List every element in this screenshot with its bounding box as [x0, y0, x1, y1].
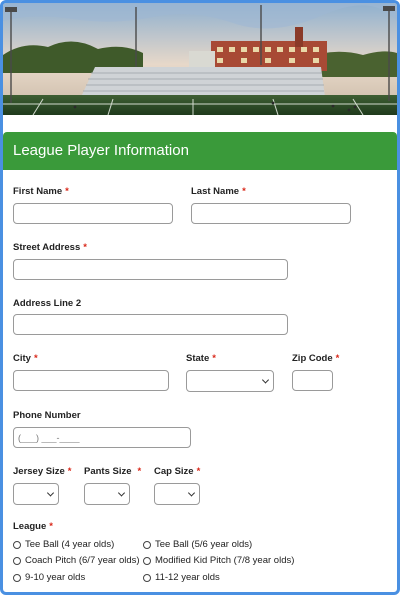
state-label: State * — [186, 353, 216, 364]
league-option-label: Coach Pitch (6/7 year olds) — [25, 555, 140, 566]
jersey-size-label: Jersey Size * — [13, 466, 72, 477]
radio-empty-icon[interactable] — [13, 556, 21, 565]
league-option-label: 9-10 year olds — [25, 572, 86, 583]
last-name-label: Last Name * — [191, 186, 246, 197]
jersey-size-select[interactable] — [13, 483, 59, 505]
state-select[interactable] — [186, 370, 274, 392]
form-header: League Player Information — [3, 132, 397, 170]
required-marker: * — [49, 521, 53, 532]
form-title: League Player Information — [13, 142, 189, 159]
league-option-label: Tee Ball (5/6 year olds) — [155, 539, 253, 550]
league-option-modified-kid-pitch[interactable]: Modified Kid Pitch (7/8 year olds) — [143, 555, 294, 566]
last-name-input[interactable] — [191, 203, 351, 224]
address-line-2-input[interactable] — [13, 314, 288, 335]
phone-number-input[interactable] — [13, 427, 191, 448]
league-option-9-10[interactable]: 9-10 year olds — [13, 572, 85, 583]
league-option-label: 11-12 year olds — [155, 572, 220, 583]
required-marker: * — [67, 466, 72, 477]
chevron-down-icon — [46, 489, 55, 497]
pants-size-select[interactable] — [84, 483, 130, 505]
radio-empty-icon[interactable] — [13, 540, 21, 549]
city-input[interactable] — [13, 370, 169, 391]
required-marker: * — [33, 353, 38, 364]
league-option-label: Modified Kid Pitch (7/8 year olds) — [155, 555, 295, 566]
radio-empty-icon[interactable] — [143, 556, 151, 565]
required-marker: * — [335, 353, 340, 364]
radio-empty-icon[interactable] — [13, 573, 21, 582]
required-marker: * — [242, 186, 246, 197]
league-label: League * — [13, 521, 53, 532]
required-marker: * — [212, 353, 216, 364]
first-name-label: First Name * — [13, 186, 69, 197]
cap-size-select[interactable] — [154, 483, 200, 505]
radio-empty-icon[interactable] — [143, 540, 151, 549]
zip-code-input[interactable] — [292, 370, 333, 391]
form-frame: League Player Information First Name * La… — [0, 0, 400, 595]
required-marker: * — [196, 466, 201, 477]
city-label: City * — [13, 353, 38, 364]
cap-size-label: Cap Size * — [154, 466, 201, 477]
required-marker: * — [65, 186, 69, 197]
street-address-label: Street Address * — [13, 242, 87, 253]
chevron-down-icon — [261, 376, 270, 384]
address-line-2-label: Address Line 2 — [13, 298, 82, 309]
league-option-coach-pitch[interactable]: Coach Pitch (6/7 year olds) — [13, 555, 140, 566]
required-marker: * — [83, 242, 87, 253]
league-option-label: Tee Ball (4 year olds) — [25, 539, 115, 550]
zip-code-label: Zip Code * — [292, 353, 340, 364]
league-option-tee-ball-5-6[interactable]: Tee Ball (5/6 year olds) — [143, 539, 252, 550]
first-name-input[interactable] — [13, 203, 173, 224]
radio-empty-icon[interactable] — [143, 573, 151, 582]
league-option-tee-ball-4[interactable]: Tee Ball (4 year olds) — [13, 539, 114, 550]
league-option-11-12[interactable]: 11-12 year olds — [143, 572, 220, 583]
phone-number-label: Phone Number — [13, 410, 81, 421]
required-marker: * — [137, 466, 142, 477]
street-address-input[interactable] — [13, 259, 288, 280]
pants-size-label: Pants Size * — [84, 466, 142, 477]
stadium-banner-image — [3, 3, 397, 115]
chevron-down-icon — [187, 489, 196, 497]
chevron-down-icon — [117, 489, 126, 497]
